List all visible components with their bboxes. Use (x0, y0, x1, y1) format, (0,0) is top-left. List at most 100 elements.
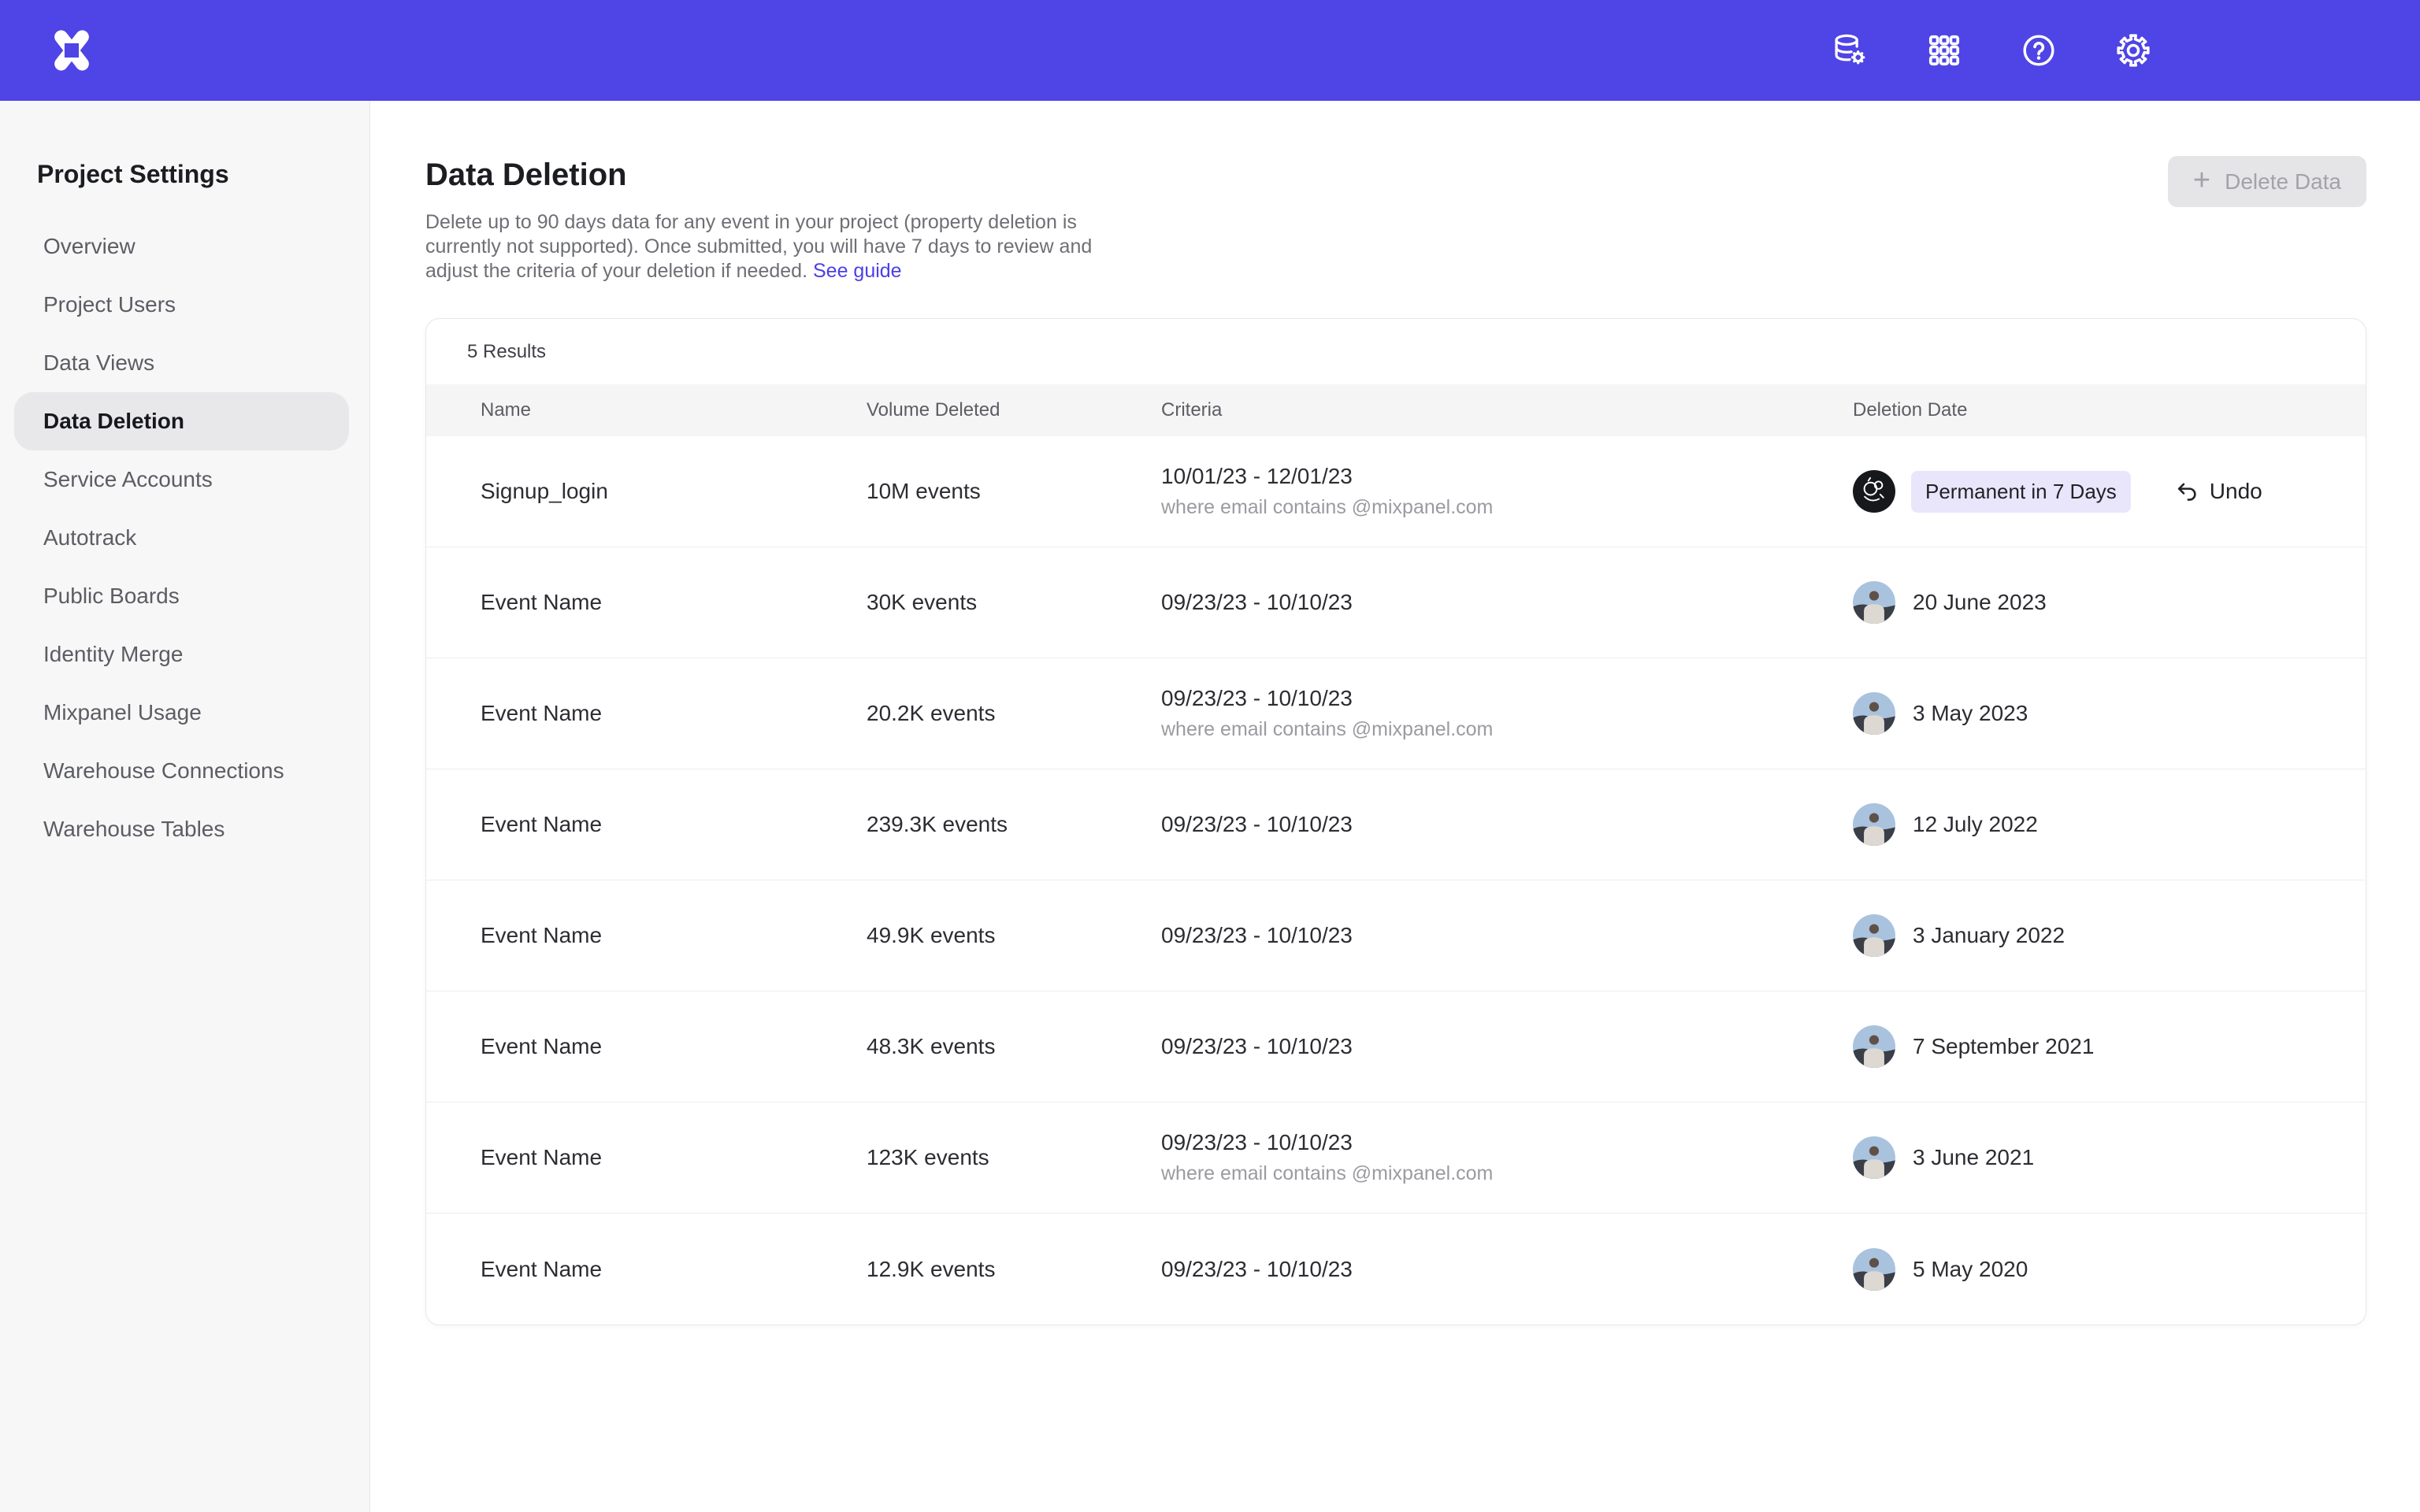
cell-criteria: 09/23/23 - 10/10/23 (1161, 1034, 1853, 1059)
cell-volume: 30K events (867, 590, 1161, 615)
deletion-cell: 12 July 2022 (1853, 803, 2312, 846)
criteria-filter: where email contains @mixpanel.com (1161, 1162, 1853, 1185)
user-avatar (1853, 692, 1895, 735)
cell-name: Event Name (481, 590, 867, 615)
table-row: Event Name 48.3K events 09/23/23 - 10/10… (426, 991, 2366, 1102)
results-bar: 5 Results (426, 319, 2366, 384)
user-avatar (1853, 1025, 1895, 1068)
status-badge: Permanent in 7 Days (1911, 471, 2131, 513)
criteria-range: 09/23/23 - 10/10/23 (1161, 923, 1853, 948)
criteria-filter: where email contains @mixpanel.com (1161, 718, 1853, 741)
sidebar-item-autotrack[interactable]: Autotrack (14, 509, 349, 567)
cell-volume: 123K events (867, 1145, 1161, 1170)
criteria-range: 09/23/23 - 10/10/23 (1161, 1257, 1853, 1282)
criteria-range: 09/23/23 - 10/10/23 (1161, 1034, 1853, 1059)
cell-name: Signup_login (481, 479, 867, 504)
criteria-range: 10/01/23 - 12/01/23 (1161, 464, 1853, 489)
results-count: 5 Results (467, 341, 546, 363)
cell-name: Event Name (481, 701, 867, 726)
sidebar-item-project-users[interactable]: Project Users (14, 276, 349, 334)
criteria-range: 09/23/23 - 10/10/23 (1161, 812, 1853, 837)
cell-criteria: 09/23/23 - 10/10/23 (1161, 923, 1853, 948)
user-avatar (1853, 803, 1895, 846)
sidebar: Project Settings OverviewProject UsersDa… (0, 101, 370, 1512)
table-row: Event Name 12.9K events 09/23/23 - 10/10… (426, 1214, 2366, 1325)
column-header-criteria: Criteria (1161, 399, 1853, 421)
page-title: Data Deletion (425, 158, 1134, 193)
deletion-date: 12 July 2022 (1913, 812, 2038, 837)
cell-volume: 12.9K events (867, 1257, 1161, 1282)
cell-name: Event Name (481, 1257, 867, 1282)
cell-volume: 10M events (867, 479, 1161, 504)
sidebar-item-public-boards[interactable]: Public Boards (14, 567, 349, 625)
table-header: NameVolume DeletedCriteriaDeletion Date (426, 384, 2366, 436)
cell-name: Event Name (481, 1034, 867, 1059)
sidebar-item-warehouse-connections[interactable]: Warehouse Connections (14, 742, 349, 800)
sidebar-title: Project Settings (37, 160, 369, 189)
cell-volume: 20.2K events (867, 701, 1161, 726)
table-row: Event Name 239.3K events 09/23/23 - 10/1… (426, 769, 2366, 880)
topbar-icons (1831, 32, 2152, 69)
undo-button[interactable]: Undo (2175, 479, 2262, 504)
deletion-cell: 3 May 2023 (1853, 692, 2312, 735)
table-row: Event Name 20.2K events 09/23/23 - 10/10… (426, 658, 2366, 769)
plus-icon: + (2193, 165, 2210, 195)
help-icon[interactable] (2020, 32, 2058, 69)
table-row: Event Name 49.9K events 09/23/23 - 10/10… (426, 880, 2366, 991)
main-content: Data Deletion Delete up to 90 days data … (370, 101, 2420, 1512)
cell-criteria: 09/23/23 - 10/10/23 where email contains… (1161, 1130, 1853, 1185)
see-guide-link[interactable]: See guide (813, 260, 902, 282)
sidebar-item-mixpanel-usage[interactable]: Mixpanel Usage (14, 684, 349, 742)
description-text: Delete up to 90 days data for any event … (425, 211, 1092, 282)
cell-name: Event Name (481, 1145, 867, 1170)
sidebar-item-warehouse-tables[interactable]: Warehouse Tables (14, 800, 349, 858)
deletion-date: 3 May 2023 (1913, 701, 2028, 726)
cell-volume: 48.3K events (867, 1034, 1161, 1059)
column-header-name: Name (481, 399, 867, 421)
cell-criteria: 10/01/23 - 12/01/23 where email contains… (1161, 464, 1853, 519)
sidebar-item-service-accounts[interactable]: Service Accounts (14, 450, 349, 509)
delete-data-button[interactable]: + Delete Data (2168, 156, 2366, 207)
cell-name: Event Name (481, 812, 867, 837)
page-header: Data Deletion Delete up to 90 days data … (425, 156, 2366, 284)
page-description: Delete up to 90 days data for any event … (425, 210, 1134, 284)
deletion-date: 3 January 2022 (1913, 923, 2065, 948)
table-body: Signup_login 10M events 10/01/23 - 12/01… (426, 436, 2366, 1325)
sidebar-item-overview[interactable]: Overview (14, 217, 349, 276)
column-header-deletion-date: Deletion Date (1853, 399, 2312, 421)
cell-criteria: 09/23/23 - 10/10/23 where email contains… (1161, 686, 1853, 741)
cell-name: Event Name (481, 923, 867, 948)
user-avatar (1853, 581, 1895, 624)
sidebar-item-data-views[interactable]: Data Views (14, 334, 349, 392)
criteria-range: 09/23/23 - 10/10/23 (1161, 1130, 1853, 1155)
user-avatar (1853, 1248, 1895, 1291)
criteria-filter: where email contains @mixpanel.com (1161, 496, 1853, 519)
header-text: Data Deletion Delete up to 90 days data … (425, 156, 1134, 284)
topbar (0, 0, 2420, 101)
deletion-date: 5 May 2020 (1913, 1257, 2028, 1282)
deletion-cell: 7 September 2021 (1853, 1025, 2312, 1068)
undo-icon (2175, 480, 2199, 504)
apps-grid-icon[interactable] (1925, 32, 1963, 69)
table-row: Signup_login 10M events 10/01/23 - 12/01… (426, 436, 2366, 547)
deletion-cell: 3 January 2022 (1853, 914, 2312, 957)
deletion-cell: 20 June 2023 (1853, 581, 2312, 624)
data-management-icon[interactable] (1831, 32, 1869, 69)
sidebar-item-data-deletion[interactable]: Data Deletion (14, 392, 349, 450)
cell-volume: 49.9K events (867, 923, 1161, 948)
pending-deletion: Permanent in 7 Days Undo (1895, 471, 2262, 513)
settings-gear-icon[interactable] (2114, 32, 2152, 69)
deletion-date: 7 September 2021 (1913, 1034, 2094, 1059)
table-row: Event Name 30K events 09/23/23 - 10/10/2… (426, 547, 2366, 658)
user-avatar (1853, 470, 1895, 513)
user-avatar (1853, 914, 1895, 957)
sidebar-item-identity-merge[interactable]: Identity Merge (14, 625, 349, 684)
undo-label: Undo (2210, 479, 2262, 504)
cell-criteria: 09/23/23 - 10/10/23 (1161, 1257, 1853, 1282)
deletion-cell: 3 June 2021 (1853, 1136, 2312, 1179)
deletion-date: 3 June 2021 (1913, 1145, 2034, 1170)
mixpanel-logo[interactable] (49, 28, 95, 73)
column-header-volume-deleted: Volume Deleted (867, 399, 1161, 421)
delete-data-label: Delete Data (2225, 169, 2341, 195)
table-row: Event Name 123K events 09/23/23 - 10/10/… (426, 1102, 2366, 1214)
